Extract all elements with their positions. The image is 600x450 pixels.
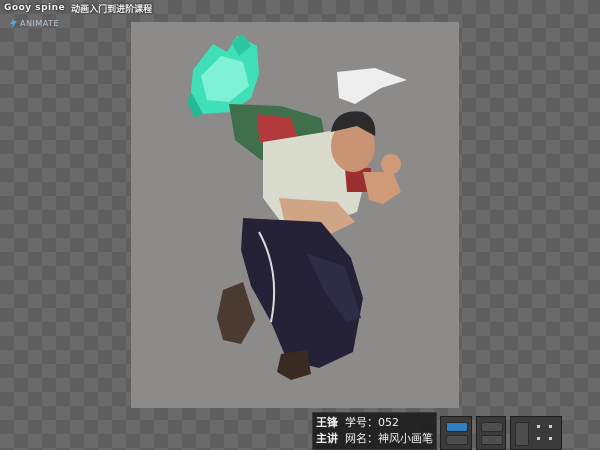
app-logo: Gooy spine (4, 3, 66, 13)
brand-bar: Gooy spine 动画入门到进阶课程 (4, 1, 152, 15)
loop-button[interactable] (446, 435, 468, 445)
rotate-tool-button[interactable] (481, 435, 503, 445)
grid-dot-icon (549, 425, 552, 428)
lightning-icon (10, 18, 17, 28)
grid-dot-icon (537, 437, 540, 440)
character-artwork (187, 34, 407, 380)
student-id: 学号：052 (345, 416, 399, 429)
grid-dot-icon (549, 437, 552, 440)
student-block: 学号：052 网名：神风小画笔 (341, 413, 433, 449)
mode-indicator[interactable]: ANIMATE (10, 18, 59, 28)
transform-toolbar (476, 416, 506, 450)
play-button[interactable] (446, 422, 468, 432)
mode-label: ANIMATE (20, 18, 60, 28)
animation-canvas[interactable] (131, 22, 459, 408)
course-title: 动画入门到进阶课程 (71, 4, 153, 15)
view-toolbar (510, 416, 562, 450)
student-nickname: 网名：神风小画笔 (345, 432, 433, 445)
instructor-role: 主讲 (316, 432, 338, 445)
instructor-name: 王锋 (316, 416, 338, 429)
translate-tool-button[interactable] (481, 422, 503, 432)
instructor-block: 王锋 主讲 (313, 413, 341, 449)
view-toggle-button[interactable] (515, 422, 529, 446)
info-panel: 王锋 主讲 学号：052 网名：神风小画笔 (312, 412, 437, 450)
playback-toolbar (440, 416, 472, 450)
grid-dot-icon (537, 425, 540, 428)
